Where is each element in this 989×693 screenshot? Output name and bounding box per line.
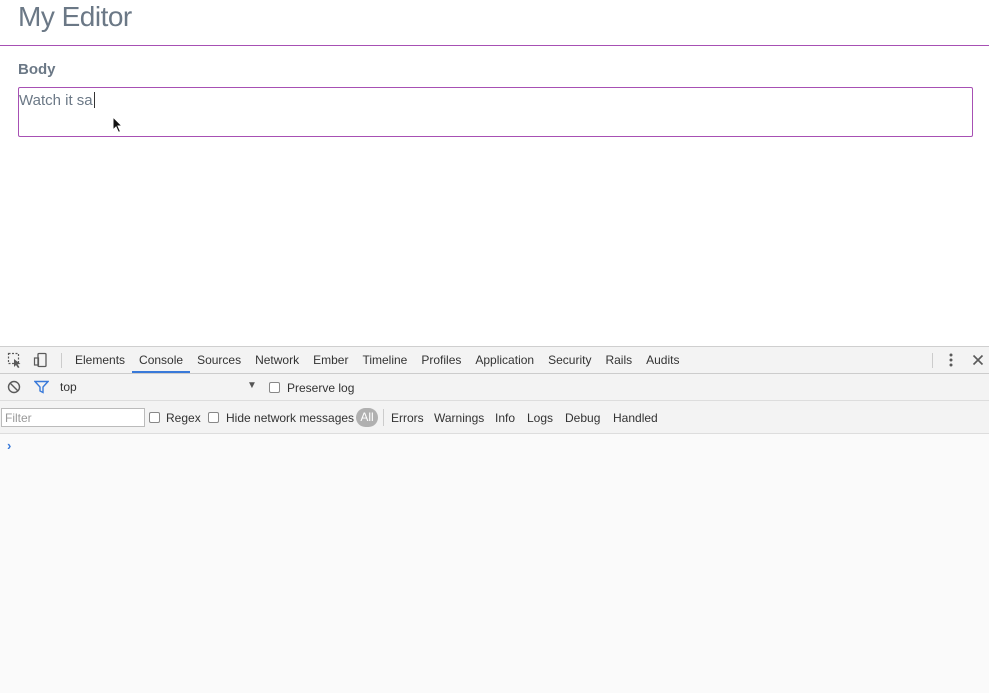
- devtools-tabs: Elements Console Sources Network Ember T…: [68, 347, 686, 373]
- context-value: top: [60, 380, 77, 394]
- console-output[interactable]: ›: [0, 434, 989, 693]
- hide-network-checkbox[interactable]: [208, 412, 219, 423]
- filter-input[interactable]: [1, 408, 145, 427]
- level-errors-button[interactable]: Errors: [391, 411, 424, 425]
- tab-security[interactable]: Security: [541, 347, 598, 373]
- tab-rails[interactable]: Rails: [598, 347, 639, 373]
- console-toolbar: top ▼ Preserve log: [0, 374, 989, 401]
- editor-text: Watch it sa: [19, 92, 93, 109]
- mouse-pointer-icon: [112, 116, 124, 134]
- text-caret: [93, 92, 95, 108]
- title-divider: [0, 45, 989, 46]
- console-prompt-icon: ›: [7, 438, 12, 453]
- level-logs-button[interactable]: Logs: [527, 411, 553, 425]
- level-debug-button[interactable]: Debug: [565, 411, 600, 425]
- app-page: My Editor Body Watch it sa: [0, 0, 989, 347]
- level-divider: [383, 409, 384, 426]
- toolbar-divider: [61, 353, 62, 368]
- tab-ember[interactable]: Ember: [306, 347, 355, 373]
- devtools-tab-bar: Elements Console Sources Network Ember T…: [0, 347, 989, 374]
- body-editor[interactable]: Watch it sa: [18, 87, 973, 137]
- regex-label: Regex: [166, 411, 201, 425]
- clear-console-icon[interactable]: [7, 380, 21, 394]
- hide-network-label: Hide network messages: [226, 411, 355, 425]
- regex-checkbox[interactable]: [149, 412, 160, 423]
- level-handled-button[interactable]: Handled: [613, 411, 658, 425]
- preserve-log-checkbox[interactable]: [269, 382, 280, 393]
- devtools-panel: Elements Console Sources Network Ember T…: [0, 346, 989, 693]
- device-mode-icon[interactable]: [33, 352, 49, 368]
- preserve-log-label: Preserve log: [287, 381, 355, 395]
- tab-elements[interactable]: Elements: [68, 347, 132, 373]
- tab-sources[interactable]: Sources: [190, 347, 248, 373]
- toolbar-divider: [932, 353, 933, 368]
- level-warnings-button[interactable]: Warnings: [434, 411, 484, 425]
- tab-application[interactable]: Application: [468, 347, 541, 373]
- page-title: My Editor: [18, 1, 132, 32]
- level-all-button[interactable]: All: [356, 408, 378, 427]
- tab-console[interactable]: Console: [132, 347, 191, 373]
- tab-timeline[interactable]: Timeline: [355, 347, 414, 373]
- dropdown-arrow-icon: ▼: [247, 380, 257, 391]
- level-info-button[interactable]: Info: [495, 411, 515, 425]
- console-filter-bar: Regex Hide network messages All Errors W…: [0, 401, 989, 434]
- tab-profiles[interactable]: Profiles: [414, 347, 468, 373]
- filter-icon[interactable]: [34, 380, 49, 394]
- tab-network[interactable]: Network: [248, 347, 306, 373]
- body-field-label: Body: [18, 61, 56, 78]
- more-options-icon[interactable]: [943, 352, 959, 368]
- context-selector[interactable]: top ▼: [60, 380, 260, 395]
- inspect-element-icon[interactable]: [7, 352, 23, 368]
- close-icon[interactable]: [970, 352, 986, 368]
- tab-audits[interactable]: Audits: [639, 347, 686, 373]
